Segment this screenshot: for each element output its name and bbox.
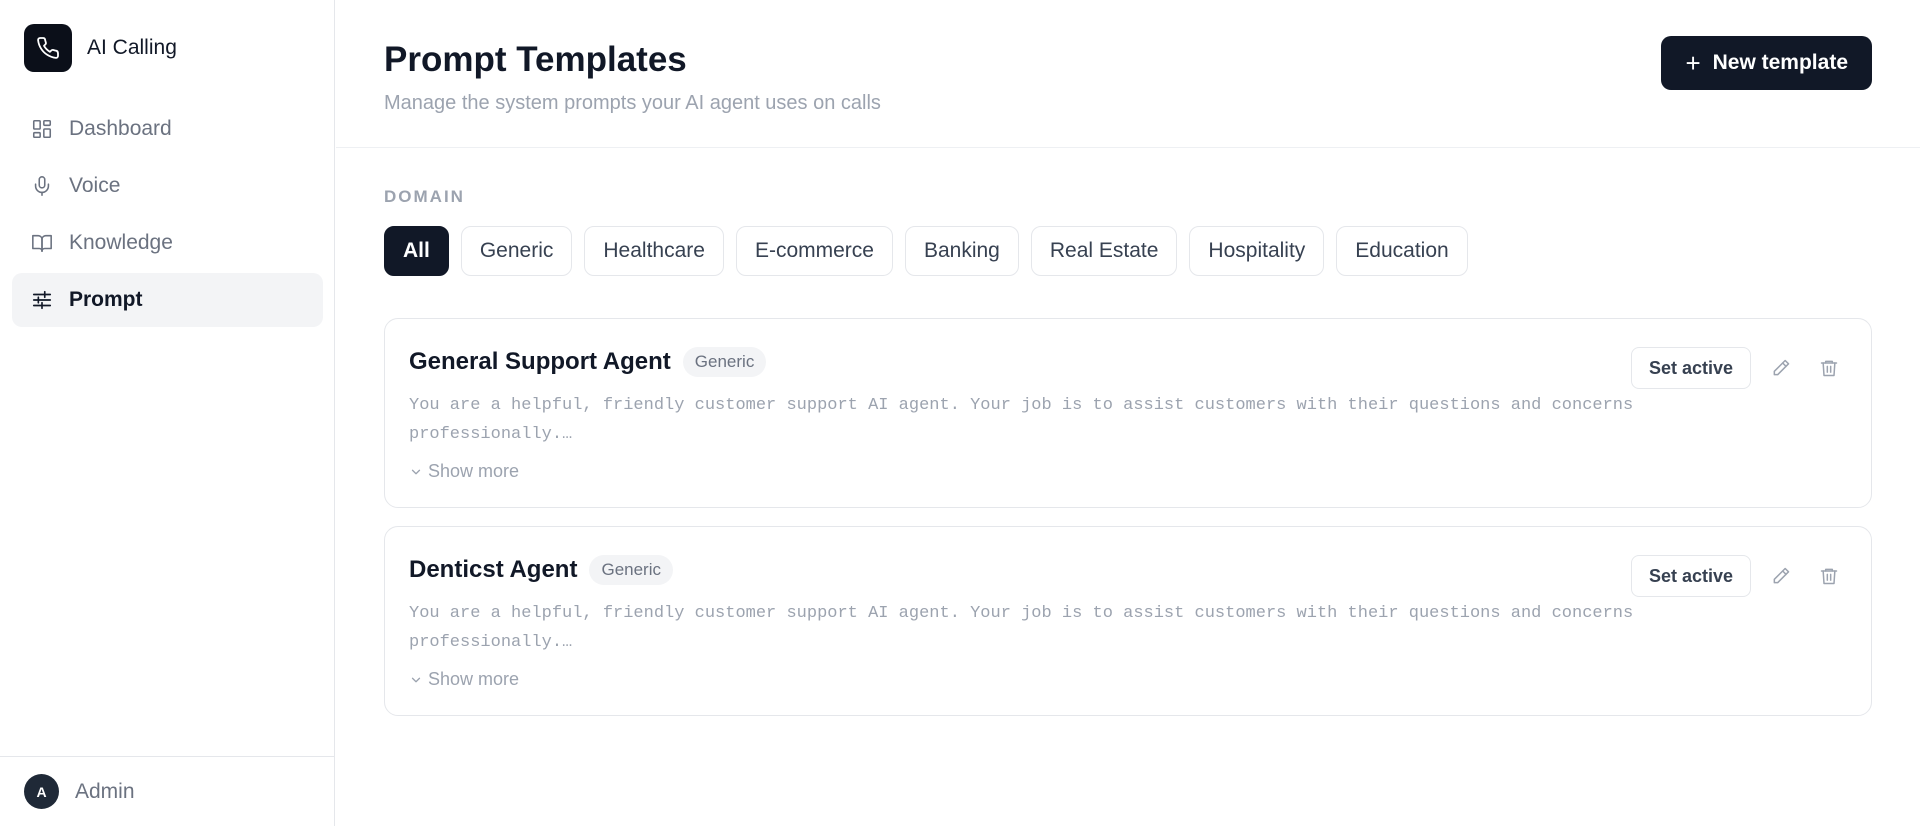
template-preview-line: You are a helpful, friendly customer sup… [409, 604, 1634, 623]
filter-chip-healthcare[interactable]: Healthcare [584, 226, 724, 276]
template-card: Denticst Agent Generic You are a helpful… [384, 526, 1872, 716]
filter-chip-education[interactable]: Education [1336, 226, 1468, 276]
sidebar-item-label: Prompt [69, 288, 143, 311]
filter-chip-all[interactable]: All [384, 226, 449, 276]
filter-chip-hospitality[interactable]: Hospitality [1189, 226, 1325, 276]
sidebar-item-label: Voice [69, 174, 121, 197]
new-template-button[interactable]: + New template [1661, 36, 1872, 90]
template-actions: Set active [1630, 347, 1847, 389]
filter-chip-generic[interactable]: Generic [460, 226, 573, 276]
domain-filter-chips: All Generic Healthcare E-commerce Bankin… [384, 226, 1480, 276]
chevron-down-icon [409, 465, 423, 479]
chevron-down-icon [409, 673, 423, 687]
sidebar: AI Calling Dashboard Voice Knowledge Pro… [0, 0, 335, 826]
pencil-icon[interactable] [1763, 350, 1799, 386]
avatar: A [24, 774, 59, 809]
book-icon [30, 231, 54, 255]
template-list: General Support Agent Generic You are a … [384, 318, 1872, 734]
sidebar-user[interactable]: A Admin [0, 756, 335, 826]
sidebar-item-label: Dashboard [69, 117, 172, 140]
domain-badge: Generic [589, 555, 673, 585]
sidebar-item-label: Knowledge [69, 231, 173, 254]
set-active-button[interactable]: Set active [1630, 555, 1751, 597]
show-more-toggle[interactable]: Show more [409, 461, 519, 482]
filter-chip-real-estate[interactable]: Real Estate [1030, 226, 1178, 276]
show-more-label: Show more [428, 669, 520, 689]
main-content: Prompt Templates Manage the system promp… [336, 0, 1920, 826]
show-more-toggle[interactable]: Show more [409, 669, 519, 690]
plus-icon: + [1685, 48, 1701, 78]
sliders-icon [30, 288, 54, 312]
set-active-button[interactable]: Set active [1630, 347, 1751, 389]
template-name: General Support Agent [409, 348, 671, 375]
template-preview-line: professionally.… [409, 633, 573, 652]
show-more-label: Show more [428, 461, 520, 481]
template-name: Denticst Agent [409, 556, 578, 583]
user-name: Admin [75, 779, 135, 803]
template-title-row: General Support Agent Generic [409, 347, 767, 377]
sidebar-item-prompt[interactable]: Prompt [12, 273, 323, 327]
trash-icon[interactable] [1811, 558, 1847, 594]
template-title-row: Denticst Agent Generic [409, 555, 673, 585]
app-name: AI Calling [87, 36, 177, 59]
template-actions: Set active [1630, 555, 1847, 597]
brand[interactable]: AI Calling [24, 24, 177, 72]
page-subtitle: Manage the system prompts your AI agent … [384, 92, 881, 114]
sidebar-nav: Dashboard Voice Knowledge Prompt [12, 102, 323, 330]
domain-badge: Generic [682, 347, 767, 377]
pencil-icon[interactable] [1763, 558, 1799, 594]
template-preview-line: professionally.… [409, 425, 573, 444]
template-preview-line: You are a helpful, friendly customer sup… [409, 396, 1634, 415]
template-preview: You are a helpful, friendly customer sup… [409, 599, 1639, 657]
page-header: Prompt Templates Manage the system promp… [336, 0, 1920, 148]
new-template-label: New template [1712, 51, 1848, 74]
mic-icon [30, 174, 54, 198]
sidebar-item-knowledge[interactable]: Knowledge [12, 216, 323, 270]
page-title: Prompt Templates [384, 40, 687, 79]
template-preview: You are a helpful, friendly customer sup… [409, 391, 1639, 449]
domain-filter-label: DOMAIN [384, 187, 465, 206]
phone-icon [24, 24, 72, 72]
filter-chip-ecommerce[interactable]: E-commerce [735, 226, 893, 276]
template-card: General Support Agent Generic You are a … [384, 318, 1872, 508]
trash-icon[interactable] [1811, 350, 1847, 386]
dashboard-icon [30, 117, 54, 141]
sidebar-item-voice[interactable]: Voice [12, 159, 323, 213]
sidebar-item-dashboard[interactable]: Dashboard [12, 102, 323, 156]
filter-chip-banking[interactable]: Banking [904, 226, 1019, 276]
